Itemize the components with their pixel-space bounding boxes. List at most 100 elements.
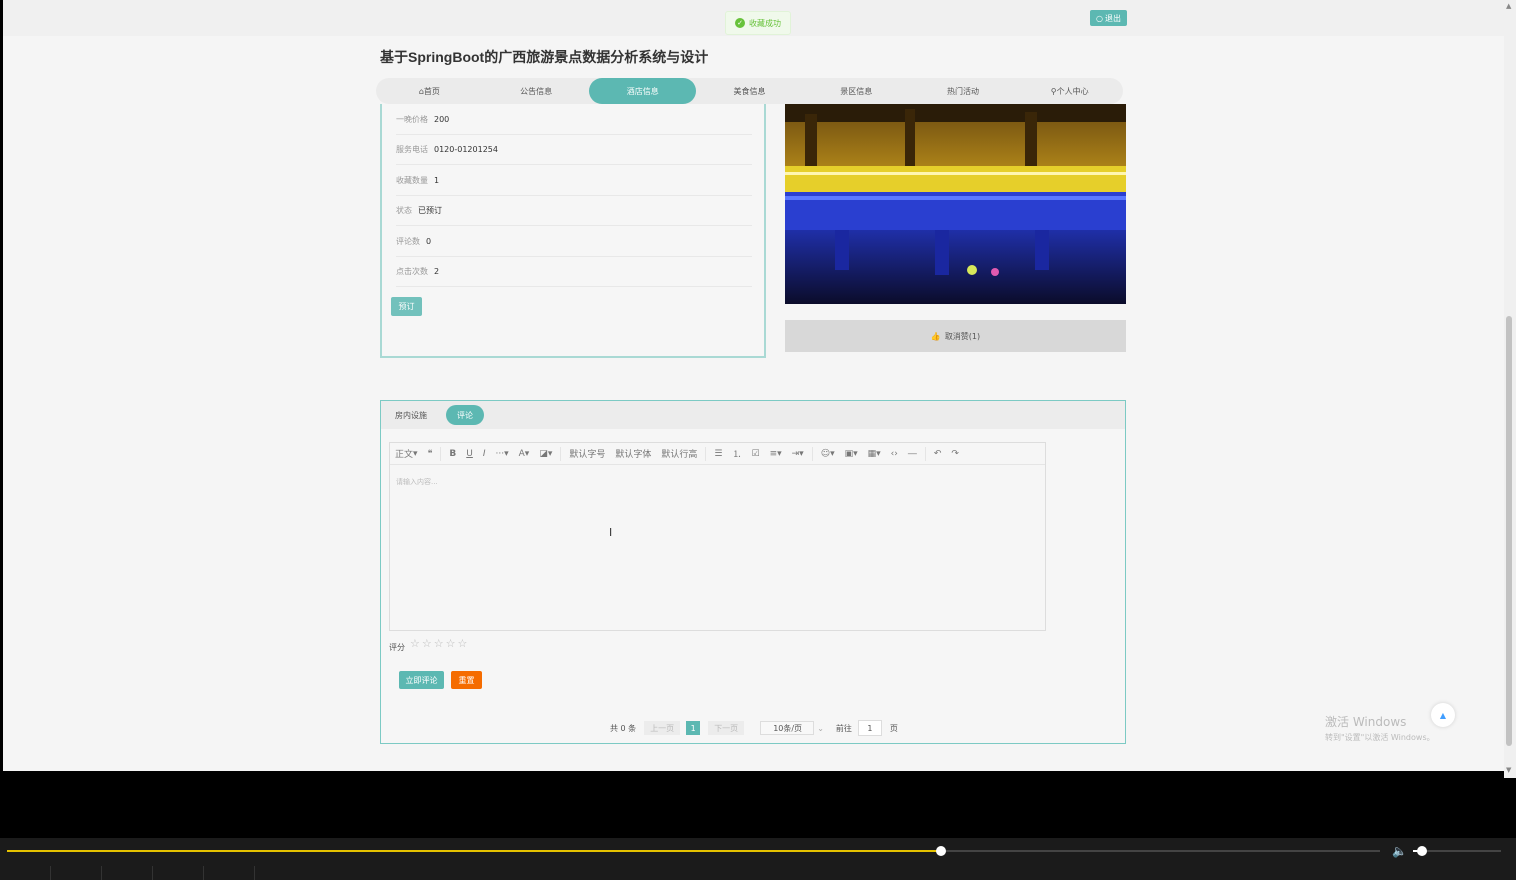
bold-icon[interactable]: B <box>444 443 461 464</box>
font-color-icon[interactable]: A▾ <box>514 443 535 464</box>
field-value: 0120-01201254 <box>434 144 498 154</box>
player-slot <box>102 866 153 880</box>
image-icon[interactable]: ▣▾ <box>840 443 863 464</box>
underline-icon[interactable]: U <box>461 443 478 464</box>
prev-page-button[interactable]: 上一页 <box>644 721 681 735</box>
hotel-info-card: 一晚价格 200 服务电话 0120-01201254 收藏数量 1 状态 已预… <box>380 104 766 358</box>
power-icon: ○ <box>1096 13 1103 23</box>
bullet-list-icon[interactable]: ☰ <box>709 443 727 464</box>
font-family-select[interactable]: 默认字体 <box>610 443 656 464</box>
nav-item-events[interactable]: 热门活动 <box>910 78 1017 104</box>
player-slot <box>0 866 51 880</box>
undo-icon[interactable]: ↶ <box>929 443 947 464</box>
field-value: 0 <box>426 236 432 246</box>
more-style-icon[interactable]: ···▾ <box>491 443 514 464</box>
page-scrollbar[interactable]: ▲ ▼ <box>1504 0 1516 778</box>
toast-text: 收藏成功 <box>749 18 781 28</box>
night-bridge-image <box>785 104 1126 304</box>
unlike-label: 取消赞(1) <box>944 331 981 341</box>
seek-progress <box>7 850 941 852</box>
toolbar-divider <box>811 446 813 461</box>
thumbs-up-icon: 👍 <box>930 331 941 341</box>
field-label: 评论数 <box>396 236 420 246</box>
field-label: 点击次数 <box>396 266 428 276</box>
goto-page-input[interactable]: 1 <box>857 720 882 736</box>
field-phone: 服务电话 0120-01201254 <box>396 134 752 165</box>
indent-icon[interactable]: ⇥▾ <box>787 443 809 464</box>
book-button[interactable]: 预订 <box>391 297 422 316</box>
volume-icon[interactable]: 🔈 <box>1392 844 1407 858</box>
main-nav: ⌂首页 公告信息 酒店信息 美食信息 景区信息 热门活动 ⚲个人中心 <box>376 78 1123 104</box>
emoji-icon[interactable]: ☺▾ <box>816 443 840 464</box>
line-height-select[interactable]: 默认行高 <box>656 443 702 464</box>
field-clicks: 点击次数 2 <box>396 256 752 287</box>
field-favorites: 收藏数量 1 <box>396 165 752 196</box>
nav-item-profile[interactable]: ⚲个人中心 <box>1016 78 1123 104</box>
code-icon[interactable]: ‹› <box>886 443 903 464</box>
text-cursor-icon: I <box>609 526 613 539</box>
browser-page: ✓ 收藏成功 ○ 退出 基于SpringBoot的广西旅游景点数据分析系统与设计… <box>3 0 1504 771</box>
logout-button[interactable]: ○ 退出 <box>1090 10 1127 26</box>
rating-label: 评分 <box>389 643 405 652</box>
comment-input[interactable]: 请输入内容... <box>396 477 438 487</box>
submit-comment-button[interactable]: 立即评论 <box>399 671 444 689</box>
nav-item-food[interactable]: 美食信息 <box>696 78 803 104</box>
detail-tabs: 房内设施 评论 <box>381 401 1125 429</box>
toolbar-divider <box>924 446 926 461</box>
back-to-top-button[interactable]: ▲ <box>1431 703 1455 727</box>
align-icon[interactable]: ≡▾ <box>765 443 787 464</box>
check-circle-icon: ✓ <box>735 18 745 28</box>
video-player-controls: 🔈 <box>0 838 1516 880</box>
reset-button[interactable]: 重置 <box>451 671 482 689</box>
editor-toolbar: 正文 ▾ ❝ B U I ···▾ A▾ ◪▾ 默认字号 默认字体 默认行高 ☰ … <box>390 443 1045 465</box>
nav-item-scenic[interactable]: 景区信息 <box>803 78 910 104</box>
comment-panel: 房内设施 评论 正文 ▾ ❝ B U I ···▾ A▾ ◪▾ 默认字号 默认字体… <box>380 400 1126 744</box>
todo-list-icon[interactable]: ☑ <box>746 443 764 464</box>
font-size-select[interactable]: 默认字号 <box>564 443 610 464</box>
tab-comments[interactable]: 评论 <box>446 405 484 425</box>
unlike-button[interactable]: 👍 取消赞(1) <box>785 320 1126 352</box>
windows-watermark: 激活 Windows 转到"设置"以激活 Windows。 <box>1325 713 1435 743</box>
field-label: 状态 <box>396 205 412 215</box>
player-slot <box>153 866 204 880</box>
nav-item-home[interactable]: ⌂首页 <box>376 78 483 104</box>
italic-icon[interactable]: I <box>478 443 491 464</box>
field-label: 服务电话 <box>396 144 428 154</box>
field-value: 200 <box>434 114 450 124</box>
nav-item-notice[interactable]: 公告信息 <box>483 78 590 104</box>
redo-icon[interactable]: ↷ <box>946 443 964 464</box>
divider-line-icon[interactable]: ― <box>903 443 922 464</box>
toolbar-divider <box>705 446 707 461</box>
logout-label: 退出 <box>1104 13 1121 23</box>
chevron-down-icon: ⌄ <box>817 723 824 733</box>
tab-facilities[interactable]: 房内设施 <box>389 405 433 425</box>
field-value: 已预订 <box>418 205 442 215</box>
bg-color-icon[interactable]: ◪▾ <box>534 443 557 464</box>
player-slot <box>51 866 102 880</box>
quote-icon[interactable]: ❝ <box>423 443 438 464</box>
paragraph-label: 正文 <box>395 450 414 460</box>
scroll-up-icon[interactable]: ▲ <box>1506 2 1511 10</box>
star-rating[interactable]: ☆☆☆☆☆ <box>410 637 469 650</box>
field-comments: 评论数 0 <box>396 226 752 257</box>
site-title: 基于SpringBoot的广西旅游景点数据分析系统与设计 <box>380 49 709 65</box>
next-page-button[interactable]: 下一页 <box>708 721 745 735</box>
field-label: 一晚价格 <box>396 114 428 124</box>
paragraph-select[interactable]: 正文 ▾ <box>390 443 423 464</box>
scroll-down-icon[interactable]: ▼ <box>1506 766 1511 774</box>
volume-handle[interactable] <box>1416 846 1427 856</box>
table-icon[interactable]: ▦▾ <box>863 443 886 464</box>
field-label: 收藏数量 <box>396 175 428 185</box>
seek-handle[interactable] <box>935 846 946 856</box>
goto-label: 前往 <box>835 723 852 733</box>
watermark-line-2: 转到"设置"以激活 Windows。 <box>1325 733 1435 742</box>
page-unit-label: 页 <box>889 723 898 733</box>
page-number-current[interactable]: 1 <box>686 721 701 735</box>
toolbar-divider <box>560 446 562 461</box>
page-size-select[interactable]: 10条/页 <box>760 721 815 735</box>
field-value: 2 <box>434 266 440 276</box>
pagination: 共 0 条 上一页 1 下一页 10条/页 ⌄ 前往 1 页 <box>610 720 898 736</box>
numbered-list-icon[interactable]: ⒈ <box>727 443 746 464</box>
nav-item-hotel[interactable]: 酒店信息 <box>589 78 697 104</box>
scroll-thumb[interactable] <box>1506 316 1512 746</box>
